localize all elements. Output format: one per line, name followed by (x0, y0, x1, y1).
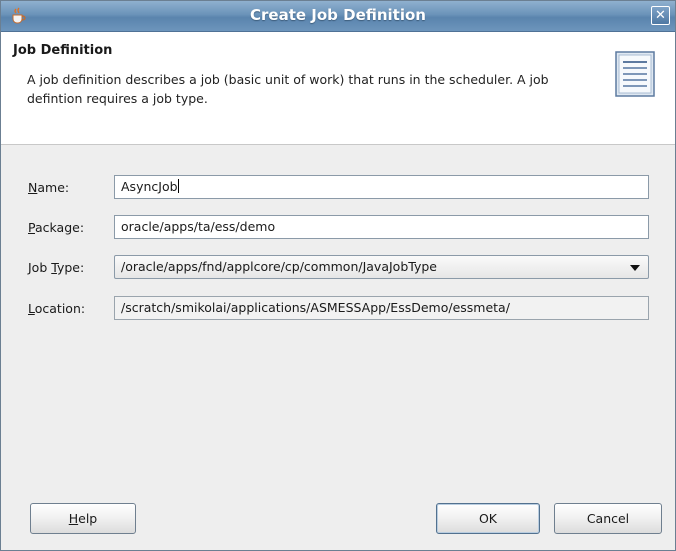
package-row: Package: oracle/apps/ta/ess/demo (1, 215, 675, 241)
location-row: Location: /scratch/smikolai/applications… (1, 296, 675, 322)
name-label-mnemonic: N (28, 180, 38, 195)
package-label-text: ackage: (34, 220, 85, 235)
header-title: Job Definition (13, 43, 113, 58)
job-type-select[interactable]: /oracle/apps/fnd/applcore/cp/common/Java… (114, 255, 649, 279)
help-button-label: elp (78, 511, 98, 526)
header-description: A job definition describes a job (basic … (27, 72, 549, 106)
cancel-button[interactable]: Cancel (554, 503, 662, 534)
create-job-definition-dialog: Create Job Definition ✕ Job Definition A… (0, 0, 676, 551)
dialog-title: Create Job Definition (250, 6, 426, 24)
package-label-mnemonic: P (28, 220, 35, 235)
close-icon[interactable]: ✕ (651, 6, 670, 25)
job-type-label-text: ype: (56, 260, 85, 275)
text-cursor (177, 179, 179, 193)
help-button-mnemonic: H (68, 511, 79, 526)
package-input[interactable]: oracle/apps/ta/ess/demo (114, 215, 649, 239)
name-value: AsyncJob (121, 179, 178, 194)
location-label: Location: (28, 301, 85, 316)
ok-button[interactable]: OK (436, 503, 540, 534)
help-button[interactable]: Help (30, 503, 136, 534)
name-label: Name: (28, 180, 69, 195)
location-field[interactable]: /scratch/smikolai/applications/ASMESSApp… (114, 296, 649, 320)
name-label-text: ame: (37, 180, 70, 195)
job-type-label: Job Type: (28, 260, 84, 275)
location-label-text: ocation: (34, 301, 86, 316)
job-type-row: Job Type: /oracle/apps/fnd/applcore/cp/c… (1, 255, 675, 281)
title-bar[interactable]: Create Job Definition ✕ (1, 1, 675, 32)
package-label: Package: (28, 220, 84, 235)
chevron-down-icon[interactable] (630, 265, 640, 271)
name-input[interactable]: AsyncJob (114, 175, 649, 199)
name-row: Name: AsyncJob (1, 175, 675, 201)
header-panel: Job Definition A job definition describe… (1, 32, 675, 145)
job-type-label-prefix: Job (28, 260, 52, 275)
location-label-mnemonic: L (28, 301, 35, 316)
document-icon (615, 51, 655, 97)
job-type-value: /oracle/apps/fnd/applcore/cp/common/Java… (121, 259, 437, 274)
